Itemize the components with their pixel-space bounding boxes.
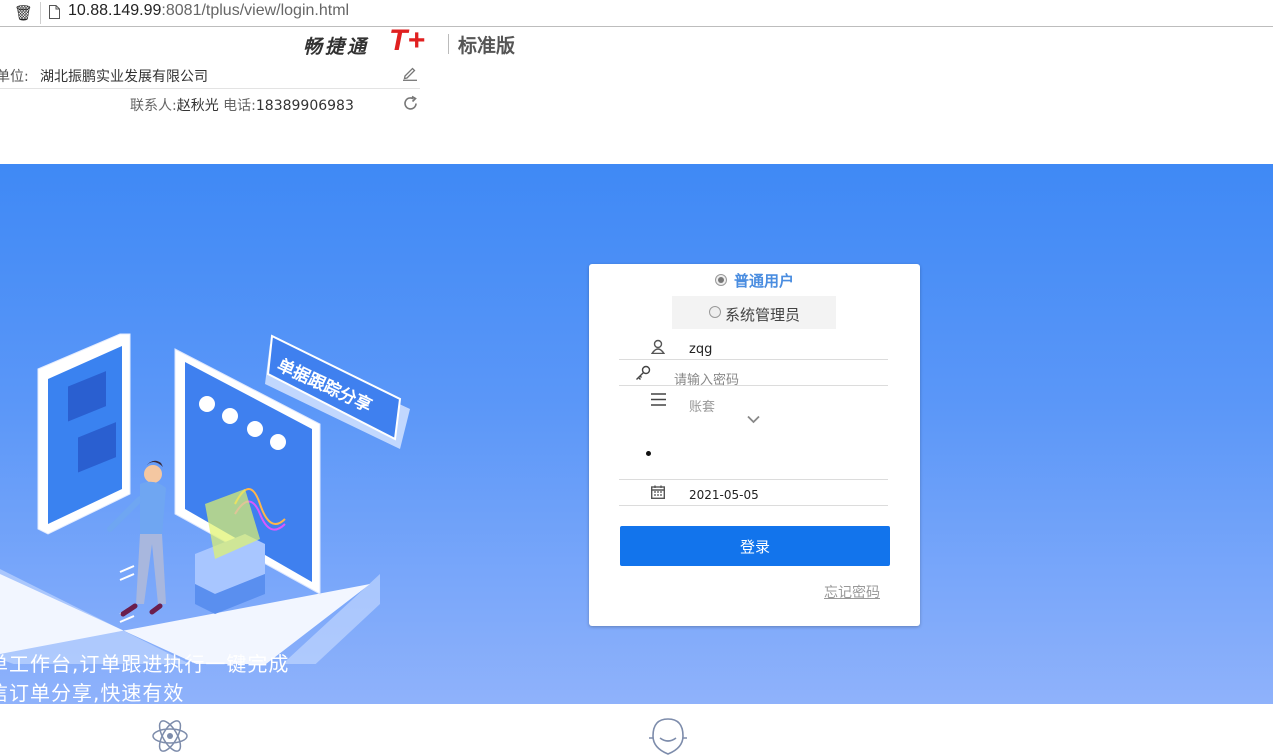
key-icon [636, 365, 651, 380]
forgot-password-link[interactable]: 忘记密码 [824, 582, 880, 602]
user-icon [651, 339, 665, 354]
phone-number: 18389906983 [255, 98, 354, 114]
list-bullet [646, 451, 651, 456]
refresh-icon[interactable] [402, 95, 419, 112]
url-host: 10.88.149.99 [68, 2, 162, 19]
calendar-icon [651, 485, 665, 499]
company-label: 单位: [0, 69, 29, 85]
divider [448, 34, 449, 54]
password-field[interactable]: 请输入密码 [619, 362, 888, 388]
contact-label: 联系人: [130, 98, 177, 114]
divider [40, 2, 41, 24]
edit-icon[interactable] [402, 65, 418, 81]
account-placeholder: 账套 [689, 400, 716, 415]
url-path: :8081/tplus/view/login.html [161, 2, 350, 19]
role-admin-label[interactable]: 系统管理员 [725, 304, 800, 325]
brand-name: 畅捷通 [303, 36, 370, 58]
radio-normal-user[interactable] [715, 274, 727, 286]
brand-product: T+ [389, 24, 425, 57]
menu-icon [651, 393, 666, 406]
url-field[interactable]: 10.88.149.99:8081/tplus/view/login.html [68, 2, 349, 20]
browser-address-bar: 🗑 10.88.149.99:8081/tplus/view/login.htm… [0, 0, 1273, 27]
contact-name: 赵秋光 [176, 98, 219, 114]
username-value: zqg [689, 342, 713, 357]
date-value: 2021-05-05 [689, 488, 759, 502]
login-button[interactable]: 登录 [620, 526, 890, 566]
trash-icon[interactable]: 🗑 [14, 4, 33, 22]
illustration: 单据跟踪分享 [0, 333, 410, 664]
chevron-down-icon[interactable] [747, 415, 760, 424]
role-admin-option[interactable]: 系统管理员 [672, 296, 836, 329]
slogan-line-1: 单工作台,订单跟进执行一键完成 [0, 652, 290, 676]
contact-info: 联系人:赵秋光 电话:18389906983 [130, 95, 354, 115]
slogan-line-2: 信订单分享,快速有效 [0, 681, 185, 704]
role-normal-label[interactable]: 普通用户 [734, 270, 794, 291]
phone-label: 电话: [223, 98, 256, 114]
username-field[interactable]: zqg [619, 337, 888, 360]
date-field[interactable]: 2021-05-05 [619, 482, 888, 506]
login-card: 普通用户 系统管理员 zqg 请输入密码 账套 2021-05-05 登录 忘记… [589, 264, 920, 626]
page-icon [49, 5, 60, 19]
radio-admin[interactable] [709, 306, 721, 318]
atom-icon [152, 720, 188, 752]
company-name: 湖北振鹏实业发展有限公司 [40, 69, 208, 85]
support-icon [649, 718, 687, 755]
company-row: 单位: 湖北振鹏实业发展有限公司 [0, 64, 420, 89]
edition-label: 标准版 [458, 35, 516, 57]
password-placeholder: 请输入密码 [674, 373, 740, 388]
account-select[interactable]: 账套 [619, 388, 888, 480]
